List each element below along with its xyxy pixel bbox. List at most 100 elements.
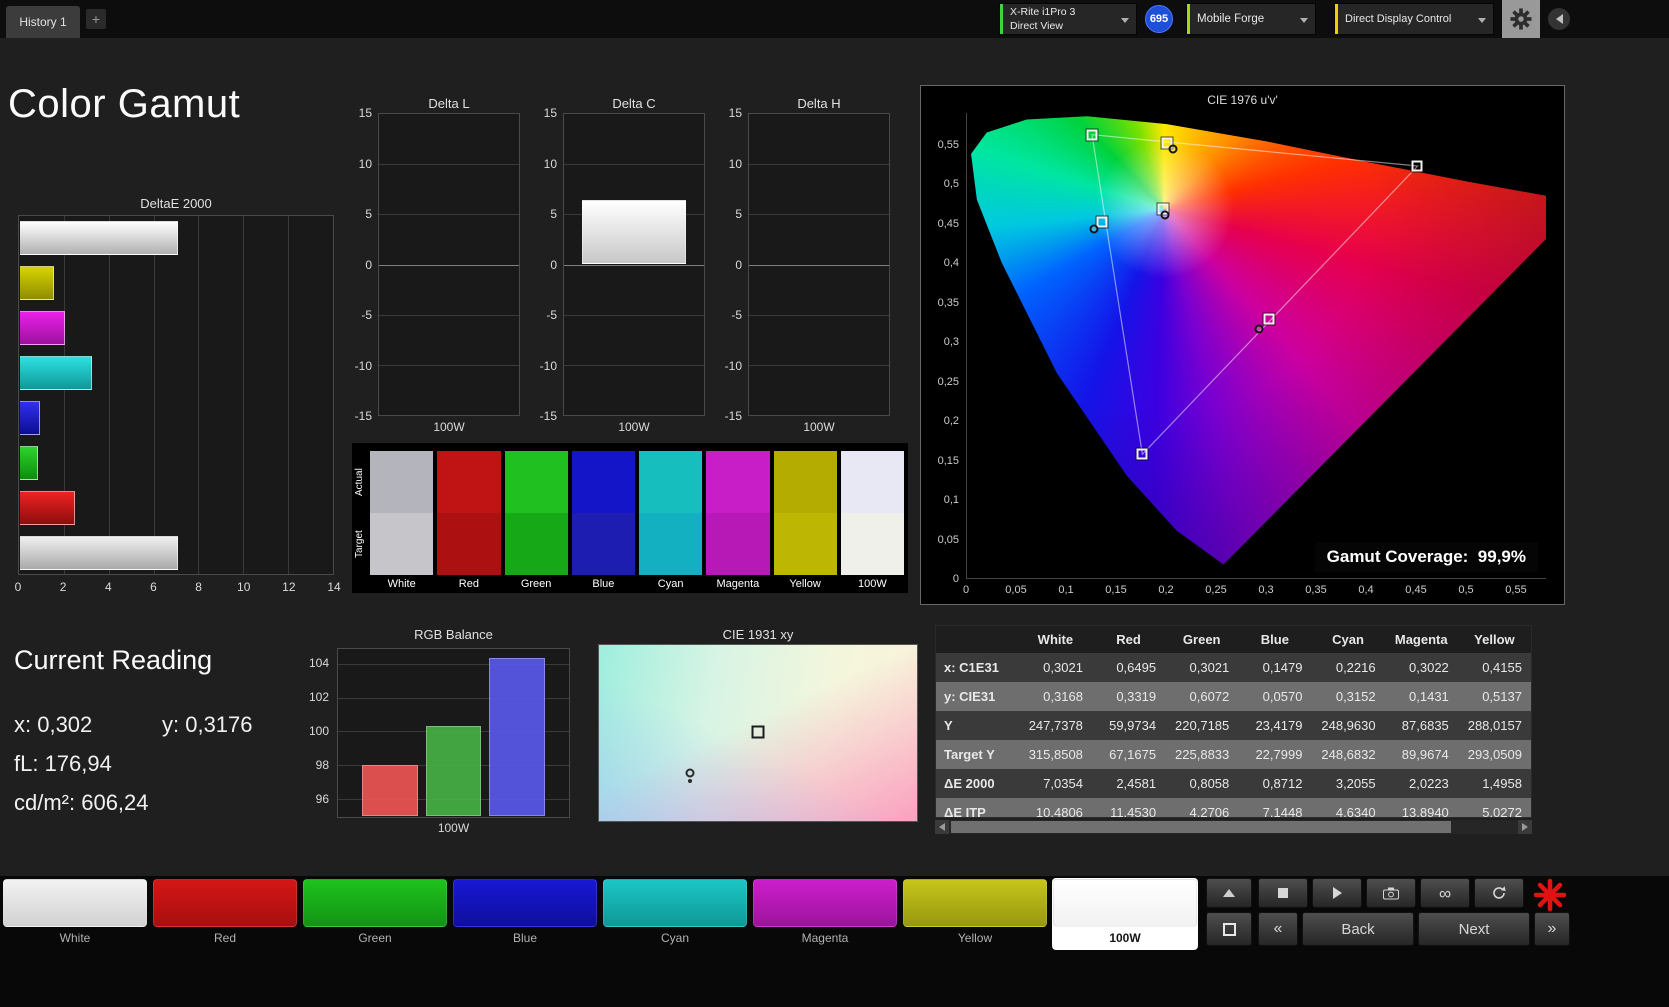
cie1976-y-tick-label: 0,25 — [938, 376, 959, 388]
settings-button[interactable] — [1502, 0, 1540, 38]
deltae-bar-green — [20, 446, 38, 480]
delta-y-tick-label: -10 — [355, 359, 372, 373]
cie1976-y-tick-label: 0,15 — [938, 455, 959, 467]
swatch-red: Red — [437, 451, 500, 593]
table-cell: 5,0272 — [1458, 798, 1531, 818]
swatch-magenta: Magenta — [706, 451, 769, 593]
patch-blue[interactable]: Blue — [452, 878, 598, 950]
table-column-header: Yellow — [1458, 626, 1531, 653]
deltae2000-chart — [18, 215, 334, 575]
add-tab-button[interactable]: + — [86, 9, 106, 29]
delta-h-y-axis: 151050-5-10-15 — [712, 113, 746, 416]
table-scrollbar[interactable] — [935, 820, 1532, 834]
cie1976-marker-blue-target — [1137, 448, 1148, 459]
gamut-coverage-label: Gamut Coverage: — [1327, 547, 1469, 566]
table-row: ΔE ITP10,480611,45304,27067,14484,634013… — [936, 798, 1531, 818]
swatch-100w: 100W — [841, 451, 904, 593]
cie1976-y-tick-label: 0,5 — [944, 178, 959, 190]
cie1976-y-tick-label: 0 — [953, 573, 959, 585]
scroll-right-arrow[interactable] — [1518, 820, 1532, 834]
session-badge: 695 — [1145, 5, 1173, 33]
meter-dropdown[interactable]: X-Rite i1Pro 3 Direct View — [999, 3, 1137, 35]
tab-history-1[interactable]: History 1 — [6, 6, 80, 38]
capture-button[interactable] — [1366, 878, 1416, 908]
cie1976-y-tick-label: 0,45 — [938, 218, 959, 230]
back-button[interactable]: Back — [1302, 912, 1414, 946]
table-corner-cell — [936, 626, 1019, 653]
patch-100w[interactable]: 100W — [1052, 878, 1198, 950]
play-button[interactable] — [1312, 878, 1362, 908]
display-control-dropdown[interactable]: Direct Display Control — [1334, 3, 1494, 35]
delta-l-chart-title: Delta L — [378, 96, 520, 111]
cie1976-x-tick-label: 0,35 — [1305, 584, 1326, 596]
swatch-label: Yellow — [774, 575, 837, 593]
delta-y-tick-label: -5 — [546, 308, 557, 322]
table-cell: 0,3021 — [1019, 653, 1092, 682]
delta-gridline — [749, 365, 889, 366]
table-row: y: CIE310,31680,33190,60720,05700,31520,… — [936, 682, 1531, 711]
source-dropdown[interactable]: Mobile Forge — [1186, 3, 1316, 35]
pattern-window-button[interactable] — [1206, 912, 1252, 946]
page-next-button[interactable]: » — [1534, 912, 1570, 946]
patch-label: Magenta — [752, 931, 898, 945]
patch-color — [903, 879, 1047, 927]
patch-red[interactable]: Red — [152, 878, 298, 950]
table-row-header: x: C1E31 — [936, 653, 1019, 682]
delta-gridline — [379, 164, 519, 165]
patch-cyan[interactable]: Cyan — [602, 878, 748, 950]
next-button[interactable]: Next — [1418, 912, 1530, 946]
current-reading-title: Current Reading — [14, 645, 212, 676]
square-icon — [1223, 923, 1236, 936]
table-cell: 0,1431 — [1385, 682, 1458, 711]
patch-yellow[interactable]: Yellow — [902, 878, 1048, 950]
table-cell: 0,0570 — [1238, 682, 1311, 711]
swatch-white: White — [370, 451, 433, 593]
deltae-x-tick-label: 4 — [105, 580, 112, 594]
delta-gridline — [379, 315, 519, 316]
swatch-actual — [706, 451, 769, 513]
delta-y-tick-label: 0 — [550, 258, 557, 272]
delta-l-x-label: 100W — [378, 420, 520, 434]
table-cell: 248,9630 — [1311, 711, 1384, 740]
deltae-x-tick-label: 12 — [282, 580, 295, 594]
scrollbar-thumb[interactable] — [951, 821, 1451, 833]
patch-color — [453, 879, 597, 927]
patch-green[interactable]: Green — [302, 878, 448, 950]
cie1976-marker-magenta-target — [1264, 313, 1275, 324]
swatch-label: White — [370, 575, 433, 593]
continuous-read-button[interactable]: ∞ — [1420, 878, 1470, 908]
meter-mode: Direct View — [1010, 19, 1075, 33]
delta-h-x-label: 100W — [748, 420, 890, 434]
rgb-bar-green — [426, 726, 481, 816]
delta-gridline — [564, 315, 704, 316]
table-row-header: Target Y — [936, 740, 1019, 769]
table-cell: 3,2055 — [1311, 769, 1384, 798]
swatch-actual — [841, 451, 904, 513]
delta-y-tick-label: 0 — [735, 258, 742, 272]
swatch-target — [841, 513, 904, 575]
cie1976-y-tick-label: 0,1 — [944, 494, 959, 506]
spectral-locus — [967, 113, 1546, 578]
refresh-button[interactable] — [1474, 878, 1524, 908]
swatch-label: Magenta — [706, 575, 769, 593]
collapse-toolbar-button[interactable] — [1544, 0, 1574, 38]
deltae-bar-cyan — [20, 356, 92, 390]
delta-y-tick-label: -5 — [731, 308, 742, 322]
delta-y-tick-label: -10 — [725, 359, 742, 373]
stop-button[interactable] — [1258, 878, 1308, 908]
delta-y-tick-label: 5 — [550, 207, 557, 221]
patch-white[interactable]: White — [2, 878, 148, 950]
expand-panel-button[interactable] — [1206, 878, 1252, 908]
cie1976-x-tick-label: 0,15 — [1105, 584, 1126, 596]
table-cell: 0,1479 — [1238, 653, 1311, 682]
page-prev-button[interactable]: « — [1258, 912, 1298, 946]
up-arrow-icon — [1223, 889, 1235, 897]
plus-icon: + — [92, 11, 100, 27]
scroll-left-arrow[interactable] — [935, 820, 949, 834]
deltae-x-tick-label: 14 — [327, 580, 340, 594]
swatch-strip: Actual Target WhiteRedGreenBlueCyanMagen… — [352, 443, 908, 593]
patch-magenta[interactable]: Magenta — [752, 878, 898, 950]
cie1976-marker-red-target — [1411, 160, 1422, 171]
delta-c-chart-title: Delta C — [563, 96, 705, 111]
table-cell: 0,8712 — [1238, 769, 1311, 798]
